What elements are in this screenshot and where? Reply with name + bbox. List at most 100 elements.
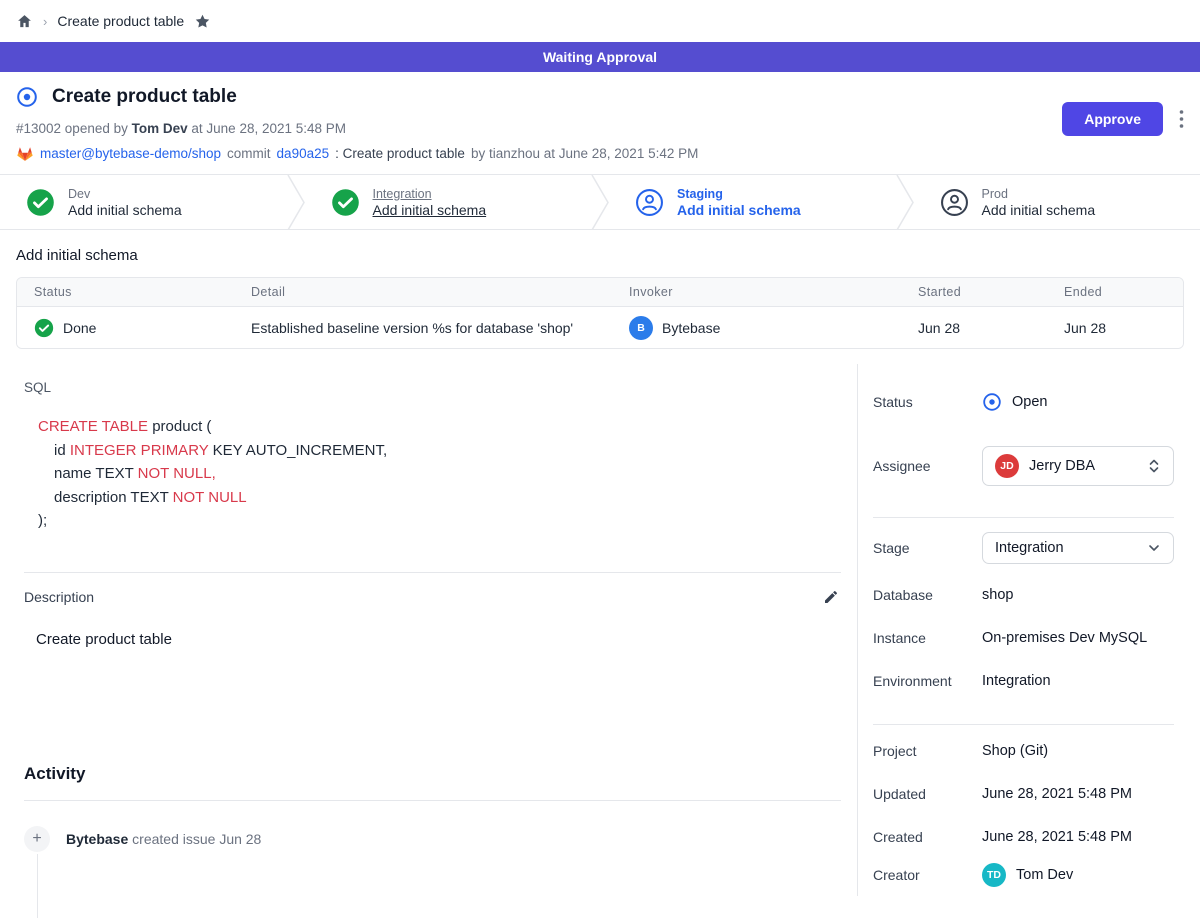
status-label: Status	[873, 394, 982, 410]
column-header-detail: Detail	[234, 285, 612, 299]
home-icon[interactable]	[16, 13, 33, 30]
task-section-title: Add initial schema	[16, 247, 1184, 264]
breadcrumb: › Create product table	[0, 0, 1200, 42]
list-item: + Bytebase created issue Jun 28	[24, 826, 841, 852]
breadcrumb-page-title[interactable]: Create product table	[57, 13, 184, 29]
stage-separator	[896, 175, 914, 230]
stage-name: Dev	[68, 187, 182, 201]
database-label: Database	[873, 587, 982, 603]
activity-author: Bytebase	[66, 831, 128, 847]
stage-task[interactable]: Add initial schema	[677, 202, 801, 218]
updated-label: Updated	[873, 786, 982, 802]
check-circle-icon	[26, 188, 55, 217]
vcs-branch-link[interactable]: master@bytebase-demo/shop	[40, 146, 221, 161]
instance-value[interactable]: On-premises Dev MySQL	[982, 630, 1147, 646]
chevron-down-icon	[1147, 541, 1161, 555]
environment-label: Environment	[873, 673, 982, 689]
check-circle-icon	[331, 188, 360, 217]
timeline-line	[37, 854, 38, 918]
stage-separator	[591, 175, 609, 230]
divider	[873, 517, 1174, 518]
instance-label: Instance	[873, 630, 982, 646]
approve-button[interactable]: Approve	[1062, 102, 1163, 136]
stage-separator	[287, 175, 305, 230]
status-open-icon	[982, 392, 1002, 412]
task-section: Add initial schema Status Detail Invoker…	[0, 247, 1200, 349]
issue-meta: #13002 opened by Tom Dev at June 28, 202…	[16, 121, 1184, 136]
task-started: Jun 28	[901, 320, 1047, 336]
task-invoker: Bytebase	[662, 320, 720, 336]
created-label: Created	[873, 829, 982, 845]
issue-main-panel: SQL CREATE TABLE product ( id INTEGER PR…	[0, 364, 858, 896]
more-actions-icon[interactable]	[1177, 107, 1186, 131]
stage-task[interactable]: Add initial schema	[68, 202, 182, 218]
database-value[interactable]: shop	[982, 587, 1013, 603]
stage-task[interactable]: Add initial schema	[373, 202, 487, 218]
updated-value: June 28, 2021 5:48 PM	[982, 786, 1132, 802]
assignee-label: Assignee	[873, 458, 982, 474]
stage-name: Integration	[373, 187, 487, 201]
stage-value: Integration	[995, 540, 1064, 556]
stage-staging[interactable]: Staging Add initial schema	[609, 175, 896, 229]
activity-action: created issue Jun 28	[128, 831, 261, 847]
user-circle-icon	[940, 188, 969, 217]
column-header-invoker: Invoker	[612, 285, 901, 299]
check-circle-icon	[34, 318, 54, 338]
created-value: June 28, 2021 5:48 PM	[982, 829, 1132, 845]
sql-code-block[interactable]: CREATE TABLE product ( id INTEGER PRIMAR…	[38, 415, 841, 533]
user-circle-icon	[635, 188, 664, 217]
vcs-info: master@bytebase-demo/shop commit da90a25…	[16, 145, 1184, 162]
activity-title: Activity	[24, 764, 841, 784]
star-icon[interactable]	[194, 13, 211, 30]
column-header-started: Started	[901, 285, 1047, 299]
chevron-right-icon: ›	[43, 14, 47, 29]
task-ended: Jun 28	[1047, 320, 1183, 336]
issue-sidebar: Status Open Assignee JD Jerry DBA Stage	[858, 364, 1200, 896]
sql-section-label: SQL	[24, 380, 841, 395]
task-status: Done	[63, 320, 96, 336]
assignee-value: Jerry DBA	[1029, 458, 1095, 474]
creator-label: Creator	[873, 867, 982, 883]
divider	[24, 800, 841, 801]
column-header-status: Status	[17, 285, 234, 299]
column-header-ended: Ended	[1047, 285, 1183, 299]
issue-header: Create product table #13002 opened by To…	[0, 72, 1200, 174]
stage-prod[interactable]: Prod Add initial schema	[914, 175, 1200, 229]
environment-value[interactable]: Integration	[982, 673, 1051, 689]
creator-value: Tom Dev	[1016, 867, 1073, 883]
assignee-select[interactable]: JD Jerry DBA	[982, 446, 1174, 486]
plus-icon[interactable]: +	[24, 826, 50, 852]
vcs-commit-message: : Create product table	[335, 146, 465, 161]
stage-name: Staging	[677, 187, 801, 201]
approval-banner: Waiting Approval	[0, 42, 1200, 72]
stage-task[interactable]: Add initial schema	[982, 202, 1096, 218]
divider	[24, 572, 841, 573]
avatar: JD	[995, 454, 1019, 478]
gitlab-icon	[16, 145, 34, 162]
stage-name: Prod	[982, 187, 1096, 201]
issue-author: Tom Dev	[132, 121, 188, 136]
page-title: Create product table	[52, 86, 237, 108]
stage-select[interactable]: Integration	[982, 532, 1174, 564]
task-table: Status Detail Invoker Started Ended Done…	[16, 277, 1184, 349]
divider	[873, 724, 1174, 725]
task-detail: Established baseline version %s for data…	[234, 320, 612, 336]
stage-label: Stage	[873, 540, 982, 556]
project-label: Project	[873, 743, 982, 759]
avatar: B	[629, 316, 653, 340]
status-value: Open	[1012, 394, 1047, 410]
issue-open-icon	[16, 86, 38, 108]
description-label: Description	[24, 589, 94, 605]
table-row[interactable]: Done Established baseline version %s for…	[17, 307, 1183, 348]
chevron-updown-icon	[1147, 458, 1161, 474]
avatar: TD	[982, 863, 1006, 887]
project-value[interactable]: Shop (Git)	[982, 743, 1048, 759]
description-text[interactable]: Create product table	[36, 631, 841, 648]
stage-integration[interactable]: Integration Add initial schema	[305, 175, 592, 229]
stage-dev[interactable]: Dev Add initial schema	[0, 175, 287, 229]
pipeline-stage-bar: Dev Add initial schema Integration Add i…	[0, 174, 1200, 230]
approval-banner-text: Waiting Approval	[543, 49, 657, 65]
vcs-commit-link[interactable]: da90a25	[277, 146, 330, 161]
edit-pencil-icon[interactable]	[821, 587, 841, 607]
task-table-header: Status Detail Invoker Started Ended	[17, 278, 1183, 307]
